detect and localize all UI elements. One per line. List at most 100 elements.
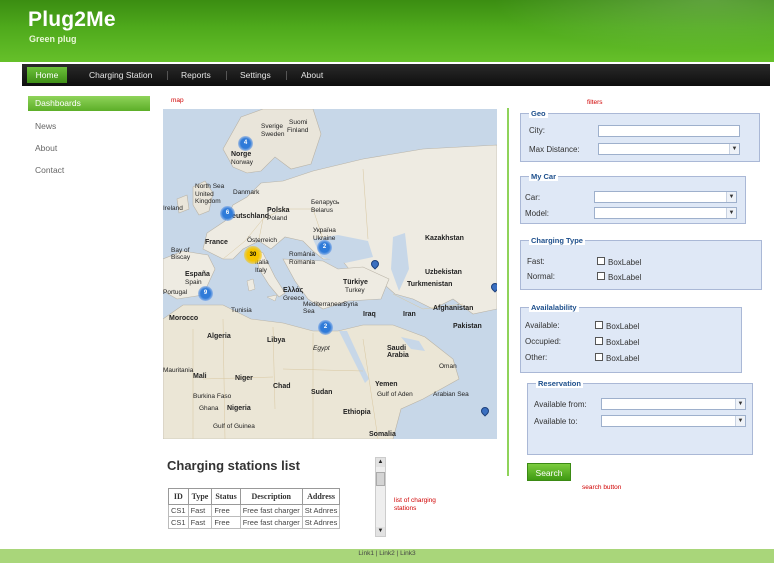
table-cell: Free fast charger [239,516,303,529]
fast-checkbox-label: BoxLabel [608,258,642,267]
stations-list-container[interactable]: ID Type Status Description Address CS1 F… [163,452,388,538]
map-cluster-marker[interactable]: 2 [317,240,332,255]
dropdown-arrow-icon[interactable]: ▼ [729,144,739,154]
map-country-label: Gulf of Aden [377,391,413,398]
column-header: Status [211,488,241,505]
other-checkbox[interactable] [595,353,603,361]
map-cluster-marker[interactable]: 30 [244,246,262,264]
map-country-label: Sverige [261,123,284,130]
map-cluster-marker[interactable]: 9 [198,286,213,301]
car-select[interactable]: ▼ [594,191,737,203]
map-country-label: Österreich [247,237,277,244]
footer: Link1 | Link2 | Link3 [0,549,774,563]
map-country-label: Norge [231,151,252,158]
map-country-label: Arabian Sea [433,391,469,398]
geo-panel-title: Geo [529,109,548,118]
available-checkbox[interactable] [595,321,603,329]
model-select[interactable]: ▼ [594,207,737,219]
fast-checkbox[interactable] [597,257,605,265]
table-header-row: ID Type Status Description Address [168,488,341,505]
map-country-label: Syria [343,301,358,308]
max-distance-label: Max Distance: [529,145,580,154]
map-country-label: România [289,251,316,258]
scroll-down-icon[interactable]: ▼ [376,527,385,536]
footer-links[interactable]: Link1 | Link2 | Link3 [0,550,774,557]
map-country-label: Ghana [199,405,219,412]
map-country-label: Україна [313,227,336,234]
list-scrollbar[interactable]: ▲ ▼ [375,457,386,537]
max-distance-select[interactable]: ▼ [598,143,740,155]
scroll-up-icon[interactable]: ▲ [376,458,385,467]
other-label: Other: [525,353,548,362]
nav-reports[interactable]: Reports [181,64,211,86]
app-title: Plug2Me [28,8,116,31]
map-country-label: Tunisia [231,307,252,314]
map-country-label: Burkina Faso [193,393,232,400]
map-country-label: Poland [267,215,288,222]
map-country-label: Niger [235,375,253,382]
available-to-select[interactable]: ▼ [601,415,746,427]
table-cell: Free fast charger [239,504,303,517]
map-country-label: Greece [283,295,305,302]
table-cell: Fast [187,504,213,517]
nav-home[interactable]: Home [27,67,67,83]
nav-separator [286,71,287,80]
map-country-label: Romania [289,259,316,266]
map-country-label: Algeria [207,333,231,340]
table-row[interactable]: CS1 Fast Free Free fast charger St Adnre… [168,516,341,529]
my-car-panel-title: My Car [529,172,559,181]
dropdown-arrow-icon[interactable]: ▼ [726,208,736,218]
map-cluster-marker[interactable]: 4 [238,136,253,151]
search-button[interactable]: Search [527,463,571,481]
sidebar-item-contact[interactable]: Contact [28,163,150,178]
nav-separator [226,71,227,80]
nav-charging-station[interactable]: Charging Station [89,64,152,86]
nav-about[interactable]: About [301,64,323,86]
map-cluster-marker[interactable]: 2 [318,320,333,335]
scroll-thumb[interactable] [376,472,385,486]
nav-settings[interactable]: Settings [240,64,271,86]
map-cluster-marker[interactable]: 6 [220,206,235,221]
sidebar-item-news[interactable]: News [28,119,150,134]
reservation-panel-title: Reservation [536,379,583,388]
dropdown-arrow-icon[interactable]: ▼ [726,192,736,202]
map-note: map [171,97,184,104]
map-country-label: Polska [267,207,290,214]
table-row[interactable]: CS1 Fast Free Free fast charger St Adnre… [168,504,341,517]
table-cell: St Adnres [301,516,341,529]
map-country-label: Sweden [261,131,285,138]
normal-label: Normal: [527,272,556,281]
header-banner: Plug2Me Green plug [0,0,774,62]
city-field[interactable] [598,125,740,137]
list-note: list of charging stations [394,497,436,512]
available-label: Available: [525,321,560,330]
search-note: search button [582,484,622,491]
map-country-label: Norway [231,159,254,166]
map-country-label: Egypt [313,345,330,352]
map-country-label: Ελλάς [283,287,304,294]
map-country-label: Turkey [345,287,365,294]
occupied-checkbox[interactable] [595,337,603,345]
map-country-label: Sudan [311,389,333,396]
normal-checkbox[interactable] [597,272,605,280]
available-from-select[interactable]: ▼ [601,398,746,410]
occupied-label: Occupied: [525,337,562,346]
dropdown-arrow-icon[interactable]: ▼ [735,399,745,409]
column-header: Description [239,488,303,505]
table-cell: CS1 [168,516,189,529]
dropdown-arrow-icon[interactable]: ▼ [735,416,745,426]
sidebar-item-dashboards[interactable]: Dashboards [28,96,150,111]
table-cell: Fast [187,516,213,529]
map-country-label: Oman [439,363,457,370]
map-view[interactable]: Sverige Suomi Finland Norge Norway Swede… [163,109,497,439]
map-country-label: Turkmenistan [407,281,453,288]
column-header: Type [187,488,213,505]
map-country-label: Saudi Arabia [387,345,409,359]
map-country-label: Ethiopia [343,409,371,416]
filters-note: filters [587,99,603,106]
map-country-label: Belarus [311,207,334,214]
table-cell: St Adnres [301,504,341,517]
car-label: Car: [525,193,541,202]
other-checkbox-label: BoxLabel [606,354,640,363]
sidebar-item-about[interactable]: About [28,141,150,156]
